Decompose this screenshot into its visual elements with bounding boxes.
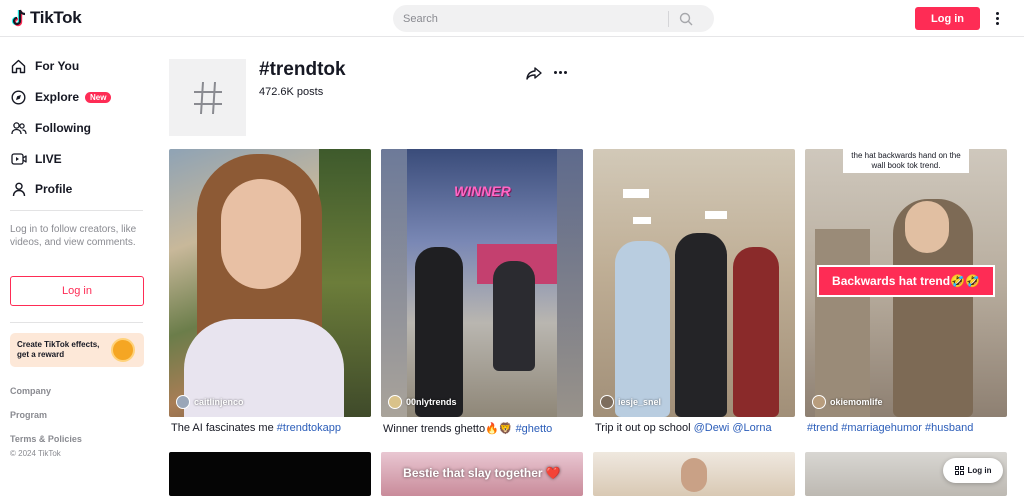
users-icon: [10, 120, 27, 137]
nav-label: For You: [35, 59, 80, 73]
video-thumbnail[interactable]: caitlinjenco: [169, 149, 371, 417]
login-prompt-text: Log in to follow creators, like videos, …: [10, 224, 137, 248]
sidebar-login-button[interactable]: Log in: [10, 276, 144, 306]
person-shape: [675, 233, 727, 417]
footer-link-program[interactable]: Program: [10, 410, 47, 420]
more-options-icon[interactable]: [990, 9, 1004, 27]
effects-banner[interactable]: Create TikTok effects, get a reward: [10, 333, 144, 367]
video-author[interactable]: okiemomlife: [812, 395, 883, 409]
hashtag-thumbnail: [169, 59, 246, 136]
video-thumbnail[interactable]: iesje_snel: [593, 149, 795, 417]
share-icon[interactable]: [526, 65, 542, 81]
person-face-shape: [221, 179, 301, 289]
video-author[interactable]: 00nlytrends: [388, 395, 457, 409]
floating-login-label: Log in: [967, 466, 992, 475]
caption-tags[interactable]: #trend #marriagehumor #husband: [807, 422, 973, 434]
nav-label: Following: [35, 121, 91, 135]
caption-tags[interactable]: #trendtokapp: [277, 422, 341, 434]
home-icon: [10, 58, 27, 75]
copyright: © 2024 TikTok: [10, 449, 61, 458]
footer-link-terms[interactable]: Terms & Policies: [10, 434, 82, 444]
avatar: [600, 395, 614, 409]
username: iesje_snel: [618, 397, 662, 407]
video-overlay-text: Bestie that slay together ❤️: [403, 466, 561, 480]
logo-text: TikTok: [30, 8, 82, 27]
search-bar: [393, 5, 714, 32]
nav-label: Profile: [35, 182, 73, 196]
ceiling-light-shape: [705, 211, 727, 219]
video-author[interactable]: caitlinjenco: [176, 395, 244, 409]
avatar: [388, 395, 402, 409]
trend-overlay-text: Backwards hat trend🤣🤣: [832, 274, 980, 288]
video-caption[interactable]: Trip it out op school @Dewi @Lorna: [595, 422, 795, 434]
video-thumbnail[interactable]: Bestie that slay together ❤️: [381, 452, 583, 496]
grid-icon: [954, 466, 964, 475]
winner-overlay: WINNER: [454, 183, 511, 199]
side-blur-right: [557, 149, 583, 417]
ceiling-light-shape: [623, 189, 649, 198]
top-text-overlay: the hat backwards hand on the wall book …: [843, 149, 969, 173]
username: okiemomlife: [830, 397, 883, 407]
video-thumbnail[interactable]: [593, 452, 795, 496]
trend-overlay-banner: Backwards hat trend🤣🤣: [817, 265, 995, 297]
floating-login-button[interactable]: Log in: [943, 458, 1003, 483]
compass-icon: [10, 89, 27, 106]
caption-tags[interactable]: #ghetto: [516, 423, 553, 435]
top-bar: TikTok Log in: [0, 0, 1024, 37]
post-count: 472.6K posts: [259, 86, 324, 98]
side-blur-left: [381, 149, 407, 417]
person-face-shape: [905, 201, 949, 253]
person-shape: [615, 241, 670, 417]
footer-link-company[interactable]: Company: [10, 386, 51, 396]
login-button[interactable]: Log in: [915, 7, 980, 30]
live-icon: [10, 151, 27, 168]
video-caption[interactable]: #trend #marriagehumor #husband: [807, 422, 1007, 434]
nav-label: LIVE: [35, 152, 62, 166]
effects-text: Create TikTok effects, get a reward: [17, 340, 100, 359]
video-caption[interactable]: Winner trends ghetto🔥🦁 #ghetto: [383, 422, 583, 435]
dancer-shape: [415, 247, 463, 417]
avatar: [812, 395, 826, 409]
search-icon: [679, 12, 693, 25]
video-thumbnail[interactable]: the hat backwards hand on the wall book …: [805, 149, 1007, 417]
dancer-shape: [493, 261, 535, 371]
nav-label: Explore: [35, 90, 80, 104]
coin-icon: [111, 338, 135, 362]
nav-following[interactable]: Following: [10, 117, 91, 139]
username: caitlinjenco: [194, 397, 244, 407]
nav-explore[interactable]: Explore New: [10, 86, 112, 108]
username: 00nlytrends: [406, 397, 457, 407]
video-caption[interactable]: The AI fascinates me #trendtokapp: [171, 422, 371, 434]
search-input[interactable]: [393, 5, 668, 32]
video-thumbnail[interactable]: WINNER 00nlytrends: [381, 149, 583, 417]
caption-text: Trip it out op school: [595, 422, 694, 434]
caption-text: The AI fascinates me: [171, 422, 277, 434]
person-icon: [10, 181, 27, 198]
avatar: [176, 395, 190, 409]
nav-for-you[interactable]: For You: [10, 55, 79, 77]
hashtag-title: #trendtok: [259, 59, 346, 80]
new-badge: New: [85, 91, 112, 103]
tiktok-logo[interactable]: TikTok: [10, 8, 82, 28]
nav-live[interactable]: LIVE: [10, 148, 62, 170]
nav-profile[interactable]: Profile: [10, 178, 72, 200]
person-shape: [733, 247, 779, 417]
tiktok-logo-icon: [11, 9, 26, 27]
video-author[interactable]: iesje_snel: [600, 395, 661, 409]
doorway-shape: [815, 229, 870, 417]
sidebar-divider: [10, 322, 143, 323]
caption-tags[interactable]: @Dewi @Lorna: [694, 422, 772, 434]
caption-text: Winner trends ghetto🔥🦁: [383, 423, 516, 435]
video-thumbnail[interactable]: [169, 452, 371, 496]
more-icon[interactable]: [554, 71, 567, 74]
person-face-shape: [681, 458, 707, 492]
hashtag-icon: [193, 81, 222, 114]
sidebar-divider: [10, 210, 143, 211]
sidebar: For You Explore New Following LIVE Profi…: [0, 38, 152, 496]
ceiling-light-shape: [633, 217, 651, 224]
search-button[interactable]: [669, 5, 703, 32]
